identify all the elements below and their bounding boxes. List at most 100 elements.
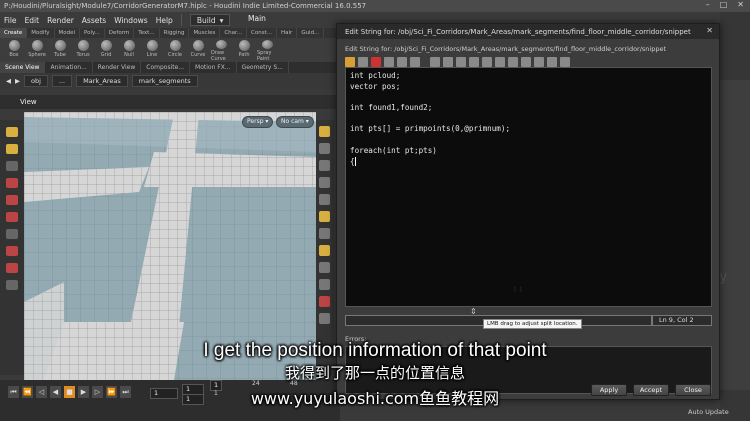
replace-icon[interactable] bbox=[443, 57, 453, 67]
subtitle-english: I get the position information of that p… bbox=[203, 340, 547, 361]
shelf-tab-text[interactable]: Text... bbox=[134, 28, 160, 38]
shading-icon[interactable] bbox=[319, 177, 330, 188]
tool-grid[interactable]: Grid bbox=[96, 38, 116, 62]
save-icon[interactable] bbox=[469, 57, 479, 67]
tool-sphere[interactable]: Sphere bbox=[27, 38, 47, 62]
rotate-tool-icon[interactable] bbox=[6, 195, 18, 205]
menu-windows[interactable]: Windows bbox=[114, 16, 147, 25]
main-label[interactable]: Main bbox=[248, 14, 266, 23]
dialog-titlebar[interactable]: Edit String for: /obj/Sci_Fi_Corridors/M… bbox=[337, 24, 719, 39]
breadcrumb-ellipsis[interactable]: ... bbox=[51, 75, 73, 87]
tab-scene-view[interactable]: Scene View bbox=[0, 62, 46, 73]
handle-tool-icon[interactable] bbox=[6, 144, 18, 154]
breadcrumb-mark-areas[interactable]: Mark_Areas bbox=[76, 75, 128, 87]
torus-icon bbox=[77, 40, 89, 51]
tool-torus[interactable]: Torus bbox=[73, 38, 93, 62]
auto-update-toggle[interactable]: Auto Update bbox=[688, 408, 729, 416]
camera-icon[interactable] bbox=[319, 313, 330, 324]
load-icon[interactable] bbox=[482, 57, 492, 67]
tab-geometry-spreadsheet[interactable]: Geometry S... bbox=[237, 62, 289, 73]
breadcrumb-obj[interactable]: obj bbox=[24, 75, 48, 87]
snapshot-icon[interactable] bbox=[319, 296, 330, 307]
wireframe-icon[interactable] bbox=[319, 228, 330, 239]
minimize-button[interactable]: – bbox=[706, 0, 710, 9]
uncomment-icon[interactable] bbox=[521, 57, 531, 67]
magnet-tool-icon[interactable] bbox=[6, 263, 18, 273]
grid-icon[interactable] bbox=[319, 279, 330, 290]
goto-icon[interactable] bbox=[456, 57, 466, 67]
close-window-button[interactable]: ✕ bbox=[737, 0, 744, 9]
tab-motion-fx[interactable]: Motion FX... bbox=[190, 62, 237, 73]
pose-tool-icon[interactable] bbox=[6, 161, 18, 171]
menu-render[interactable]: Render bbox=[47, 16, 74, 25]
dialog-close-icon[interactable]: ✕ bbox=[706, 26, 713, 35]
code-editor[interactable]: int pcloud; vector pos; int found1,found… bbox=[345, 67, 712, 307]
ghost-icon[interactable] bbox=[319, 194, 330, 205]
paste-icon[interactable] bbox=[397, 57, 407, 67]
camera-dropdown[interactable]: No cam ▾ bbox=[276, 116, 314, 128]
display-icon[interactable] bbox=[319, 143, 330, 154]
comment-icon[interactable] bbox=[508, 57, 518, 67]
move-tool-icon[interactable] bbox=[6, 178, 18, 188]
undo-icon[interactable] bbox=[345, 57, 355, 67]
outdent-icon[interactable] bbox=[547, 57, 557, 67]
tool-label: Null bbox=[124, 52, 134, 58]
shelf-tab-guid[interactable]: Guid... bbox=[297, 28, 325, 38]
tool-draw-curve[interactable]: Draw Curve bbox=[211, 38, 231, 62]
persp-dropdown[interactable]: Persp ▾ bbox=[242, 116, 274, 128]
redo-icon[interactable] bbox=[358, 57, 368, 67]
lock-icon[interactable] bbox=[319, 126, 330, 137]
maximize-button[interactable]: □ bbox=[720, 0, 728, 9]
desktop-selector[interactable]: Build ▾ bbox=[189, 14, 231, 26]
back-arrow-icon[interactable]: ◀ bbox=[6, 77, 11, 85]
select-tool-icon[interactable] bbox=[6, 127, 18, 137]
axis-tool-icon[interactable] bbox=[6, 280, 18, 290]
tab-render-view[interactable]: Render View bbox=[93, 62, 142, 73]
shelf-tab-model[interactable]: Model bbox=[55, 28, 81, 38]
tool-curve[interactable]: Curve bbox=[188, 38, 208, 62]
shelf-tab-deform[interactable]: Deform bbox=[105, 28, 135, 38]
shelf-tab-const[interactable]: Const... bbox=[247, 28, 278, 38]
menu-edit[interactable]: Edit bbox=[25, 16, 40, 25]
cut-icon[interactable] bbox=[371, 57, 381, 67]
scale-tool-icon[interactable] bbox=[6, 212, 18, 222]
shelf-tab-rigging[interactable]: Rigging bbox=[160, 28, 190, 38]
tool-circle[interactable]: Circle bbox=[165, 38, 185, 62]
tool-null[interactable]: Null bbox=[119, 38, 139, 62]
shelf-tab-poly[interactable]: Poly... bbox=[80, 28, 105, 38]
scroll-indicator[interactable]: ⋮⋮ bbox=[512, 286, 524, 293]
snap-tool-icon[interactable] bbox=[6, 246, 18, 256]
menu-help[interactable]: Help bbox=[156, 16, 173, 25]
bulb-icon[interactable] bbox=[319, 211, 330, 222]
spray-paint-icon bbox=[261, 40, 273, 49]
tool-line[interactable]: Line bbox=[142, 38, 162, 62]
shelf-tab-create[interactable]: Create bbox=[0, 28, 28, 38]
bookmark-icon[interactable] bbox=[495, 57, 505, 67]
shelf-tab-hair[interactable]: Hair bbox=[277, 28, 298, 38]
tab-composite[interactable]: Composite... bbox=[141, 62, 191, 73]
tool-spray-paint[interactable]: Spray Paint bbox=[257, 38, 277, 62]
normals-icon[interactable] bbox=[319, 262, 330, 273]
view-tool-icon[interactable] bbox=[6, 229, 18, 239]
points-icon[interactable] bbox=[319, 245, 330, 256]
light-icon[interactable] bbox=[319, 160, 330, 171]
indent-icon[interactable] bbox=[534, 57, 544, 67]
subtitle-watermark: www.yuyulaoshi.com鱼鱼教程网 bbox=[250, 389, 500, 408]
tool-box[interactable]: Box bbox=[4, 38, 24, 62]
copy-icon[interactable] bbox=[384, 57, 394, 67]
shelf-tab-modify[interactable]: Modify bbox=[27, 28, 55, 38]
menu-assets[interactable]: Assets bbox=[82, 16, 106, 25]
breadcrumb-mark-segments[interactable]: mark_segments bbox=[131, 75, 198, 87]
tool-tube[interactable]: Tube bbox=[50, 38, 70, 62]
settings-icon[interactable] bbox=[560, 57, 570, 67]
find-icon[interactable] bbox=[430, 57, 440, 67]
shelf-tab-char[interactable]: Char... bbox=[220, 28, 248, 38]
shelf-tab-muscles[interactable]: Muscles bbox=[189, 28, 221, 38]
tool-path[interactable]: Path bbox=[234, 38, 254, 62]
forward-arrow-icon[interactable]: ▶ bbox=[15, 77, 20, 85]
delete-icon[interactable] bbox=[410, 57, 420, 67]
tab-animation[interactable]: Animation... bbox=[45, 62, 93, 73]
menu-file[interactable]: File bbox=[4, 16, 17, 25]
